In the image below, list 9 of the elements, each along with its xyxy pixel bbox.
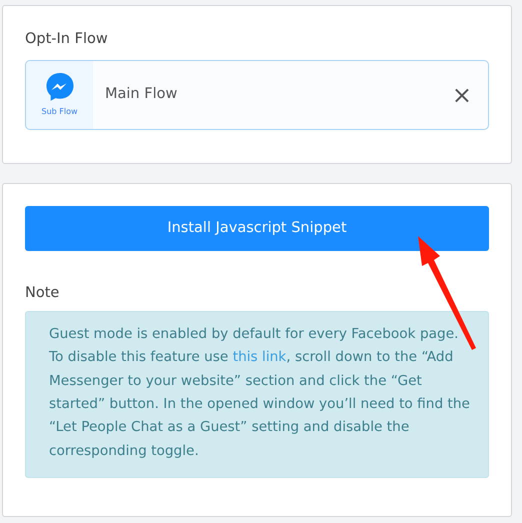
install-snippet-button[interactable]: Install Javascript Snippet bbox=[25, 206, 489, 251]
section-title: Opt-In Flow bbox=[25, 30, 108, 49]
flow-badge: Sub Flow bbox=[26, 60, 93, 129]
note-text: Guest mode is enabled by default for every Facebook page. To disable this feature use this link, scroll down to the “Add Messenger to your website” section and click the “Get started” button. In the opened window you’ll need to find the “Let People Chat as a Guest” setting and disable the corresponding toggle. bbox=[49, 324, 470, 461]
note-label: Note bbox=[25, 284, 60, 303]
flow-name: Main Flow bbox=[105, 84, 178, 104]
messenger-icon bbox=[44, 71, 76, 104]
note-link[interactable]: this link bbox=[232, 349, 286, 366]
remove-button[interactable]: × bbox=[450, 82, 474, 107]
